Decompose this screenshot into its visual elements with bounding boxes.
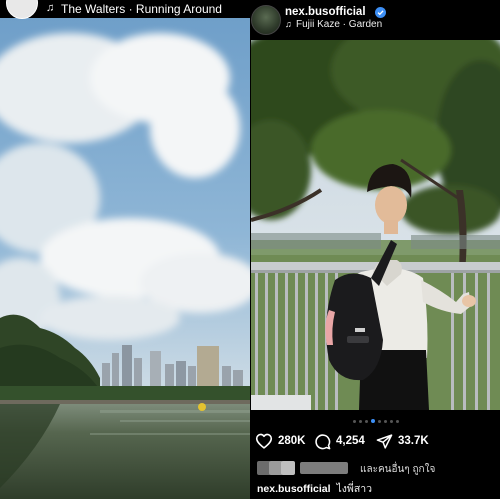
comment-icon bbox=[315, 433, 331, 449]
caption-text: ไงพี่สาว bbox=[336, 483, 373, 495]
share-count: 33.7K bbox=[398, 435, 429, 447]
post-username[interactable]: nex.busofficial bbox=[285, 6, 366, 18]
verified-badge-icon bbox=[375, 7, 386, 18]
carousel-dot-active[interactable] bbox=[370, 419, 375, 423]
heart-icon bbox=[255, 433, 273, 449]
music-note-icon: ♫ bbox=[46, 2, 55, 14]
comment-count: 4,254 bbox=[336, 435, 365, 447]
like-button[interactable]: 280K bbox=[255, 430, 306, 452]
carousel-dot[interactable] bbox=[383, 420, 387, 423]
liked-by-text: และคนอื่นๆ ถูกใจ bbox=[360, 464, 436, 475]
carousel-dot[interactable] bbox=[389, 420, 393, 423]
song-label[interactable]: Fujii Kaze · Garden bbox=[296, 19, 382, 30]
song-label[interactable]: The Walters · Running Around bbox=[61, 2, 222, 16]
avatar[interactable] bbox=[251, 5, 281, 35]
carousel-dot[interactable] bbox=[352, 420, 356, 423]
share-button[interactable]: 33.7K bbox=[376, 430, 429, 452]
comment-button[interactable]: 4,254 bbox=[314, 430, 365, 452]
post-photo[interactable] bbox=[251, 40, 500, 410]
carousel-indicator bbox=[251, 419, 500, 425]
post-actions: 280K 4,254 33.7K bbox=[251, 430, 500, 452]
carousel-dot[interactable] bbox=[358, 420, 362, 423]
like-count: 280K bbox=[278, 435, 306, 447]
carousel-dot[interactable] bbox=[395, 420, 399, 423]
carousel-dot[interactable] bbox=[364, 420, 368, 423]
send-icon bbox=[376, 433, 393, 449]
avatar[interactable] bbox=[6, 0, 38, 19]
music-note-icon: ♫ bbox=[285, 19, 292, 29]
sky-lake-photo bbox=[0, 18, 250, 499]
left-story-header: ♫ The Walters · Running Around bbox=[0, 0, 250, 19]
post-caption: nex.busofficial ไงพี่สาว bbox=[257, 480, 372, 497]
left-story-panel[interactable]: ♫ The Walters · Running Around bbox=[0, 0, 250, 499]
carousel-dot[interactable] bbox=[377, 420, 381, 423]
avatar bbox=[281, 461, 295, 475]
right-post-panel: nex.busofficial ♫ Fujii Kaze · Garden 28… bbox=[251, 0, 500, 499]
liked-by-name-redacted bbox=[300, 462, 348, 474]
liked-by-row[interactable]: และคนอื่นๆ ถูกใจ bbox=[254, 459, 500, 477]
caption-username[interactable]: nex.busofficial bbox=[257, 483, 331, 495]
